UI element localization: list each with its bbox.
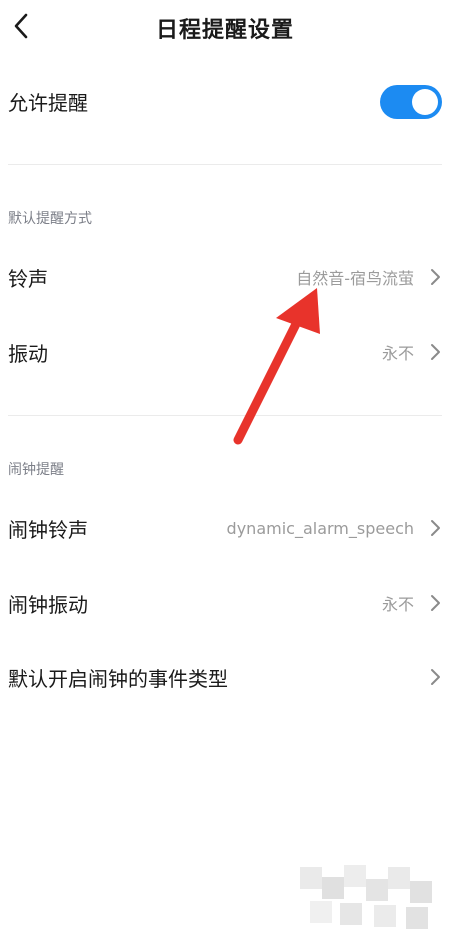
chevron-right-icon	[428, 518, 442, 538]
list-item-alarm-ringtone[interactable]: 闹钟铃声 dynamic_alarm_speech	[0, 503, 450, 553]
list-item-ringtone[interactable]: 铃声 自然音-宿鸟流萤	[0, 252, 450, 302]
divider	[8, 415, 442, 416]
alarm-event-types-label: 默认开启闹钟的事件类型	[8, 666, 228, 691]
header: 日程提醒设置	[0, 0, 450, 56]
divider	[8, 164, 442, 165]
vibration-value: 永不	[381, 344, 414, 363]
section-title-alarm: 闹钟提醒	[8, 462, 64, 478]
ringtone-label: 铃声	[8, 266, 48, 291]
alarm-vibration-value: 永不	[381, 595, 414, 614]
section-title-default: 默认提醒方式	[8, 211, 92, 227]
allow-reminder-row: 允许提醒	[0, 76, 450, 126]
allow-reminder-label: 允许提醒	[8, 90, 88, 115]
chevron-right-icon	[428, 667, 442, 687]
ringtone-value: 自然音-宿鸟流萤	[296, 269, 414, 288]
list-item-alarm-event-types[interactable]: 默认开启闹钟的事件类型	[0, 652, 450, 702]
page-title: 日程提醒设置	[155, 18, 294, 43]
chevron-right-icon	[428, 593, 442, 613]
chevron-right-icon	[428, 342, 442, 362]
watermark-icon	[300, 865, 432, 929]
alarm-ringtone-value: dynamic_alarm_speech	[226, 518, 414, 538]
allow-reminder-toggle[interactable]	[380, 85, 442, 119]
toggle-knob	[412, 89, 438, 115]
list-item-vibration[interactable]: 振动 永不	[0, 327, 450, 377]
chevron-right-icon	[428, 267, 442, 287]
list-item-alarm-vibration[interactable]: 闹钟振动 永不	[0, 578, 450, 628]
alarm-ringtone-label: 闹钟铃声	[8, 517, 88, 542]
annotation-arrow-icon	[233, 288, 320, 445]
alarm-vibration-label: 闹钟振动	[8, 592, 88, 617]
vibration-label: 振动	[8, 341, 48, 366]
